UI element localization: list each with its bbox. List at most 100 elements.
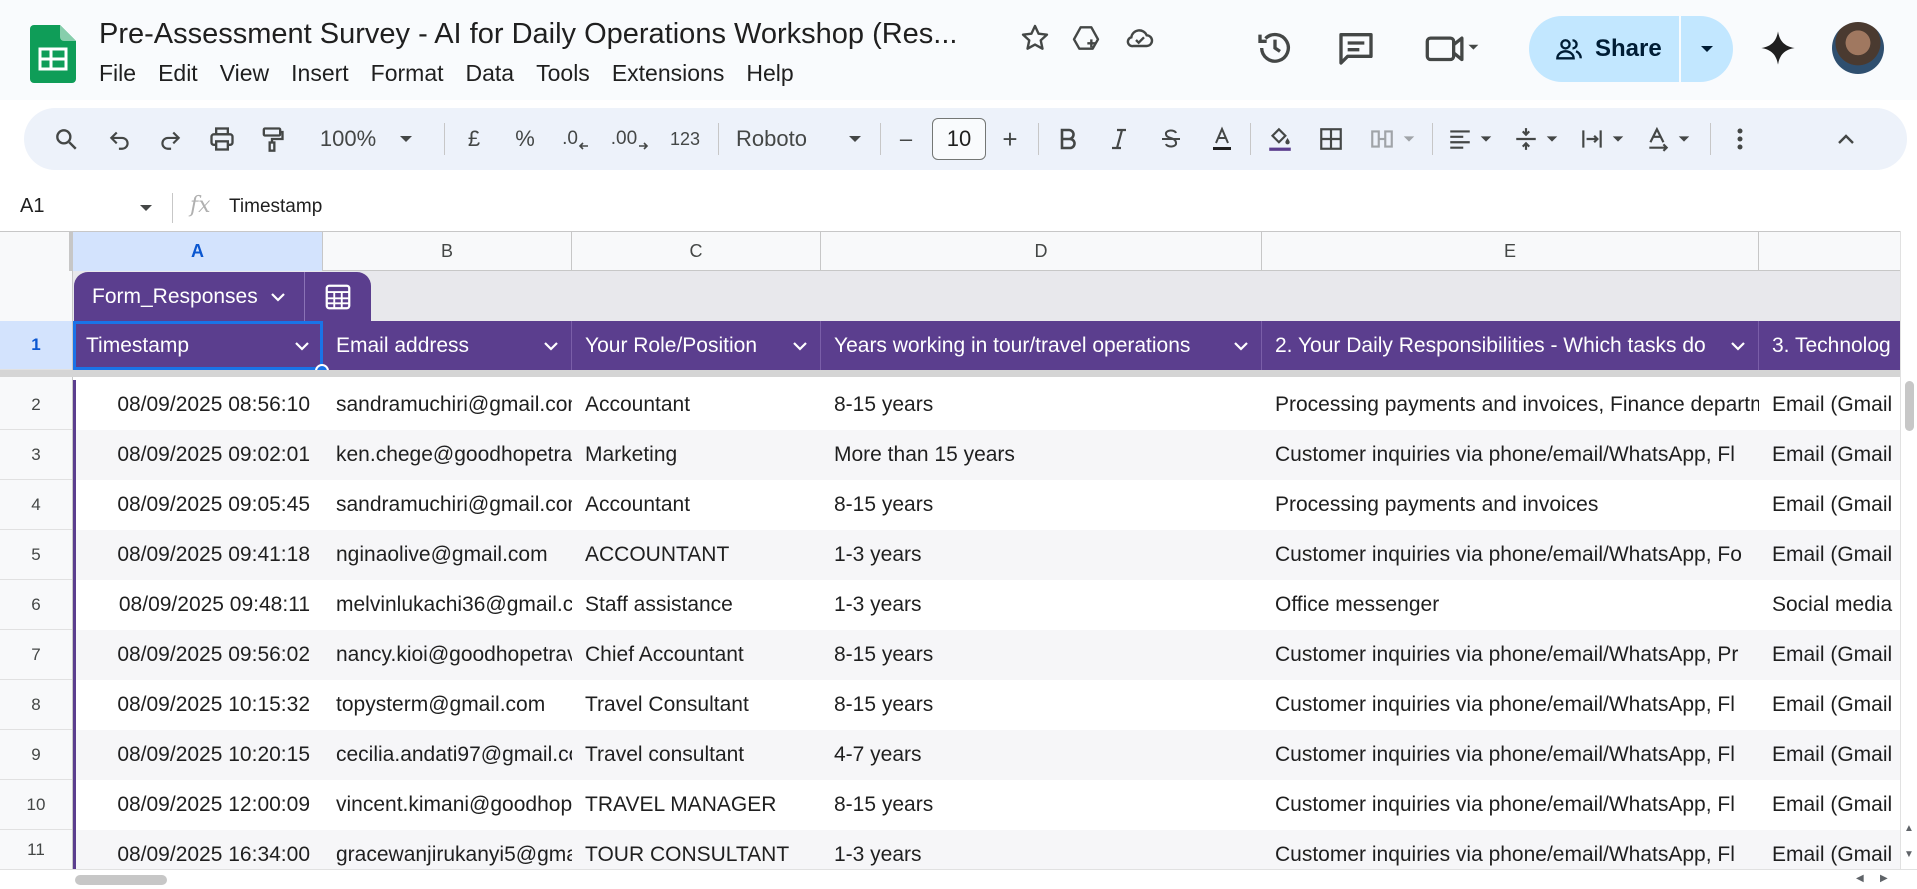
row-header-7[interactable]: 7: [0, 630, 72, 680]
format-currency-button[interactable]: £: [452, 108, 496, 170]
cell-role[interactable]: TOUR CONSULTANT: [572, 830, 821, 870]
bold-button[interactable]: [1046, 108, 1090, 170]
cell-responsibilities[interactable]: Customer inquiries via phone/email/Whats…: [1262, 530, 1759, 580]
borders-button[interactable]: [1309, 108, 1353, 170]
cell-years[interactable]: 8-15 years: [821, 780, 1262, 830]
cell-email[interactable]: sandramuchiri@gmail.com: [323, 380, 572, 430]
cell-years[interactable]: More than 15 years: [821, 430, 1262, 480]
cloud-saved-icon[interactable]: [1124, 22, 1156, 54]
cell-years[interactable]: 8-15 years: [821, 380, 1262, 430]
cell-role[interactable]: TRAVEL MANAGER: [572, 780, 821, 830]
more-formats-button[interactable]: 123: [660, 108, 710, 170]
cell-responsibilities[interactable]: Customer inquiries via phone/email/Whats…: [1262, 430, 1759, 480]
menu-file[interactable]: File: [88, 58, 147, 89]
cell-email[interactable]: nancy.kioi@goodhopetravel: [323, 630, 572, 680]
vertical-align-button[interactable]: [1504, 108, 1568, 170]
cell-responsibilities[interactable]: Processing payments and invoices, Financ…: [1262, 380, 1759, 430]
chevron-down-icon[interactable]: [1718, 340, 1758, 352]
column-header-a[interactable]: A: [73, 232, 323, 271]
scroll-down-icon[interactable]: ▼: [1904, 849, 1914, 860]
text-wrapping-button[interactable]: [1570, 108, 1634, 170]
cell-email[interactable]: cecilia.andati97@gmail.com: [323, 730, 572, 780]
cell-technology[interactable]: Email (Gmail: [1759, 680, 1900, 730]
italic-button[interactable]: [1097, 108, 1141, 170]
cell-years[interactable]: 1-3 years: [821, 530, 1262, 580]
row-header-8[interactable]: 8: [0, 680, 72, 730]
comments-icon[interactable]: [1336, 28, 1376, 68]
cell-years[interactable]: 1-3 years: [821, 830, 1262, 870]
cell-responsibilities[interactable]: Office messenger: [1262, 580, 1759, 630]
row-header-4[interactable]: 4: [0, 480, 72, 530]
scroll-left-icon[interactable]: ◀: [1856, 873, 1864, 884]
gemini-icon[interactable]: [1758, 28, 1798, 68]
cell-technology[interactable]: Email (Gmail: [1759, 730, 1900, 780]
cell-technology[interactable]: Email (Gmail: [1759, 430, 1900, 480]
cell-role[interactable]: Staff assistance: [572, 580, 821, 630]
column-header-f[interactable]: [1759, 232, 1900, 271]
horizontal-align-button[interactable]: [1438, 108, 1502, 170]
cell-email[interactable]: sandramuchiri@gmail.com: [323, 480, 572, 530]
menu-insert[interactable]: Insert: [280, 58, 360, 89]
decrease-decimal-button[interactable]: .0: [552, 108, 600, 170]
caret-down-icon[interactable]: [138, 203, 154, 213]
header-cell-years[interactable]: Years working in tour/travel operations: [821, 321, 1262, 370]
column-header-b[interactable]: B: [323, 232, 572, 271]
cell-timestamp[interactable]: 08/09/2025 10:20:15: [73, 730, 323, 780]
cell-email[interactable]: gracewanjirukanyi5@gmail: [323, 830, 572, 870]
cell-role[interactable]: Accountant: [572, 380, 821, 430]
font-size-input[interactable]: 10: [932, 118, 986, 160]
cell-email[interactable]: melvinlukachi36@gmail.com: [323, 580, 572, 630]
cell-technology[interactable]: Social media: [1759, 580, 1900, 630]
header-cell-role[interactable]: Your Role/Position: [572, 321, 821, 370]
merge-cells-button[interactable]: [1360, 108, 1424, 170]
scroll-up-icon[interactable]: ▲: [1904, 823, 1914, 834]
text-color-button[interactable]: [1200, 108, 1244, 170]
menu-format[interactable]: Format: [360, 58, 455, 89]
font-family-select[interactable]: Roboto: [728, 108, 878, 170]
formula-input[interactable]: Timestamp: [229, 196, 322, 218]
decrease-font-size-button[interactable]: –: [886, 108, 926, 170]
cell-technology[interactable]: Email (Gmail: [1759, 630, 1900, 680]
name-box[interactable]: A1: [20, 195, 44, 218]
cell-timestamp[interactable]: 08/09/2025 09:41:18: [73, 530, 323, 580]
vertical-scroll-thumb[interactable]: [1905, 381, 1914, 431]
menu-data[interactable]: Data: [455, 58, 526, 89]
row-header-11[interactable]: 11: [0, 830, 72, 870]
cell-years[interactable]: 1-3 years: [821, 580, 1262, 630]
cell-role[interactable]: ACCOUNTANT: [572, 530, 821, 580]
print-button[interactable]: [200, 108, 244, 170]
column-header-c[interactable]: C: [572, 232, 821, 271]
cell-timestamp[interactable]: 08/09/2025 09:05:45: [73, 480, 323, 530]
cell-responsibilities[interactable]: Customer inquiries via phone/email/Whats…: [1262, 830, 1759, 870]
column-header-d[interactable]: D: [821, 232, 1262, 271]
select-all-corner[interactable]: [0, 232, 73, 271]
frozen-row-divider[interactable]: [0, 370, 1900, 377]
cell-role[interactable]: Chief Accountant: [572, 630, 821, 680]
horizontal-scrollbar[interactable]: ◀ ▶: [0, 869, 1917, 889]
share-dropdown-button[interactable]: [1681, 16, 1733, 82]
cell-email[interactable]: topysterm@gmail.com: [323, 680, 572, 730]
chevron-down-icon[interactable]: [531, 340, 571, 352]
fill-color-button[interactable]: [1256, 108, 1304, 170]
header-cell-email[interactable]: Email address: [323, 321, 572, 370]
cell-responsibilities[interactable]: Customer inquiries via phone/email/Whats…: [1262, 780, 1759, 830]
menu-view[interactable]: View: [209, 58, 280, 89]
increase-decimal-button[interactable]: .00: [604, 108, 656, 170]
table-name-button[interactable]: Form_Responses: [74, 272, 304, 321]
horizontal-scroll-thumb[interactable]: [75, 875, 167, 885]
row-header-3[interactable]: 3: [0, 430, 72, 480]
cell-timestamp[interactable]: 08/09/2025 12:00:09: [73, 780, 323, 830]
cell-responsibilities[interactable]: Customer inquiries via phone/email/Whats…: [1262, 630, 1759, 680]
cell-years[interactable]: 4-7 years: [821, 730, 1262, 780]
row-header-9[interactable]: 9: [0, 730, 72, 780]
row-header-10[interactable]: 10: [0, 780, 72, 830]
column-header-e[interactable]: E: [1262, 232, 1759, 271]
header-cell-responsibilities[interactable]: 2. Your Daily Responsibilities - Which t…: [1262, 321, 1759, 370]
cell-responsibilities[interactable]: Processing payments and invoices: [1262, 480, 1759, 530]
undo-button[interactable]: [98, 108, 142, 170]
menu-help[interactable]: Help: [735, 58, 804, 89]
strikethrough-button[interactable]: [1149, 108, 1193, 170]
version-history-icon[interactable]: [1255, 28, 1295, 68]
cell-technology[interactable]: Email (Gmail: [1759, 480, 1900, 530]
redo-button[interactable]: [148, 108, 192, 170]
